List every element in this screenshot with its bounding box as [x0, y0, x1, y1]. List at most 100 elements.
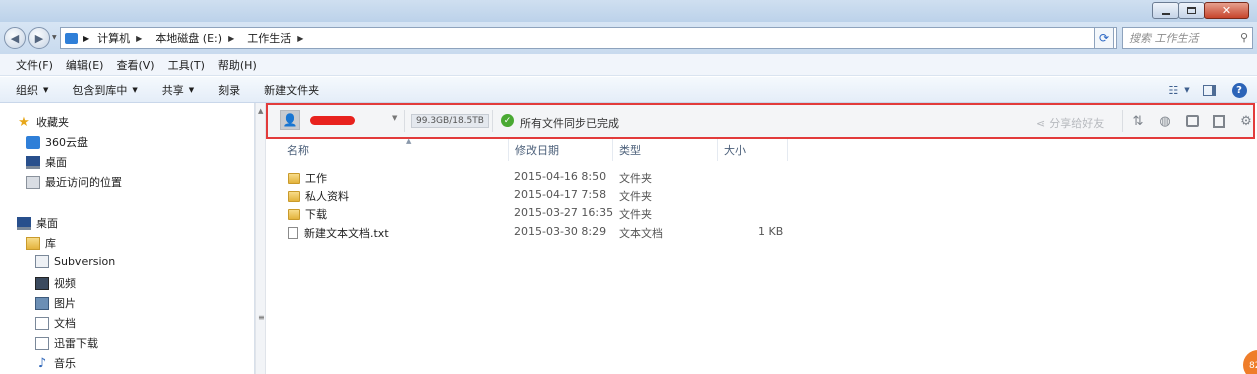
badge-count: 82: [1249, 361, 1257, 371]
column-label: 类型: [619, 144, 641, 157]
sidebar-item-360-cloud[interactable]: 360云盘: [26, 134, 88, 150]
column-header-name[interactable]: 名称 ▲: [281, 137, 509, 161]
gear-icon: ⚙: [1240, 113, 1252, 129]
new-folder-button[interactable]: 新建文件夹: [264, 82, 319, 98]
menu-tools[interactable]: 工具(T): [168, 57, 205, 73]
computer-location-icon: [65, 32, 78, 44]
sidebar-item-pictures[interactable]: 图片: [35, 295, 76, 311]
window-controls: ✕: [1152, 2, 1249, 19]
table-row[interactable]: 私人资料 2015-04-17 7:58 文件夹: [266, 186, 1257, 204]
breadcrumb-computer[interactable]: 计算机 ▶: [93, 30, 151, 46]
preview-pane-button[interactable]: [1199, 81, 1219, 99]
web-version-button[interactable]: ◍: [1157, 113, 1173, 129]
crumb-root-chevron-icon[interactable]: ▶: [83, 34, 89, 43]
file-type: 文件夹: [619, 190, 652, 203]
folder-icon: [288, 172, 300, 184]
breadcrumb-drive-e[interactable]: 本地磁盘 (E:) ▶: [151, 30, 243, 46]
share-icon: ⋖: [1036, 116, 1046, 130]
file-name-cell: 工作: [288, 170, 327, 186]
refresh-button[interactable]: ⟳: [1094, 27, 1114, 49]
breadcrumb-label: 工作生活: [247, 32, 292, 45]
menu-bar: 文件(F) 编辑(E) 查看(V) 工具(T) 帮助(H): [0, 54, 1257, 76]
sidebar-item-videos[interactable]: 视频: [35, 275, 76, 291]
sidebar-item-desktop[interactable]: 桌面: [17, 215, 58, 231]
sidebar-item-label: Subversion: [54, 255, 116, 268]
address-field[interactable]: ▶ 计算机▶ 本地磁盘 (E:)▶ 工作生活▶ ▼: [60, 27, 1117, 49]
file-date: 2015-03-30 8:29: [514, 225, 607, 238]
column-header-type[interactable]: 类型: [613, 139, 718, 161]
history-dropdown-icon[interactable]: ▼: [52, 34, 57, 41]
avatar[interactable]: 👤: [280, 110, 300, 130]
organize-button[interactable]: 组织 ▼: [16, 82, 48, 98]
navigation-pane: ★ 收藏夹 360云盘 桌面 最近访问的位置 桌面 库 Subversion 视频…: [0, 103, 255, 374]
command-bar: 组织 ▼ 包含到库中 ▼ 共享 ▼ 刻录 新建文件夹 ☷ ▼ ?: [0, 77, 1257, 103]
redacted-username: [310, 116, 355, 125]
table-row[interactable]: 工作 2015-04-16 8:50 文件夹: [266, 168, 1257, 186]
sidebar-item-label: 迅雷下载: [54, 337, 98, 350]
sidebar-item-desktop-fav[interactable]: 桌面: [26, 154, 67, 170]
sidebar-item-subversion[interactable]: Subversion: [35, 255, 115, 268]
back-button[interactable]: ◀: [4, 27, 26, 49]
menu-help[interactable]: 帮助(H): [218, 57, 257, 73]
sidebar-item-recent-places[interactable]: 最近访问的位置: [26, 174, 122, 190]
include-label: 包含到库中: [72, 83, 128, 97]
upload-download-button[interactable]: ⇅: [1130, 113, 1146, 129]
camera-icon: [1185, 115, 1199, 127]
burn-button[interactable]: 刻录: [218, 82, 240, 98]
close-button[interactable]: ✕: [1204, 2, 1249, 19]
include-in-library-button[interactable]: 包含到库中 ▼: [72, 82, 137, 98]
dropdown-arrow-icon: ▼: [188, 85, 195, 94]
file-name-cell: 新建文本文档.txt: [288, 225, 389, 241]
sidebar-item-music[interactable]: ♪ 音乐: [35, 355, 76, 371]
sidebar-item-label: 视频: [54, 277, 76, 290]
menu-edit[interactable]: 编辑(E): [66, 57, 104, 73]
divider: [404, 110, 405, 132]
chevron-right-icon[interactable]: ▶: [297, 34, 303, 43]
column-header-date[interactable]: 修改日期: [509, 139, 613, 161]
search-icon[interactable]: ⚲: [1240, 31, 1248, 44]
camera-backup-button[interactable]: [1184, 113, 1200, 129]
help-icon: ?: [1231, 82, 1247, 98]
minimize-button[interactable]: [1152, 2, 1179, 19]
maximize-button[interactable]: [1178, 2, 1205, 19]
change-view-button[interactable]: ☷ ▼: [1168, 81, 1190, 99]
column-label: 大小: [724, 144, 746, 157]
table-row[interactable]: 新建文本文档.txt 2015-03-30 8:29 文本文档 1 KB: [266, 223, 1257, 241]
pane-splitter[interactable]: ▲ ≡: [255, 103, 266, 374]
favorites-header[interactable]: ★ 收藏夹: [17, 114, 69, 130]
globe-icon: ◍: [1159, 113, 1171, 129]
sidebar-item-xunlei-downloads[interactable]: 迅雷下载: [35, 335, 98, 351]
menu-view[interactable]: 查看(V): [116, 57, 154, 73]
sync-complete-check-icon: ✓: [501, 114, 514, 127]
search-input[interactable]: 搜索 工作生活 ⚲: [1122, 27, 1253, 49]
breadcrumb-work-life[interactable]: 工作生活 ▶: [243, 30, 312, 46]
table-row[interactable]: 下载 2015-03-27 16:35 文件夹: [266, 204, 1257, 222]
file-type: 文件夹: [619, 208, 652, 221]
breadcrumb-label: 本地磁盘 (E:): [155, 32, 223, 45]
scroll-up-icon[interactable]: ▲: [258, 107, 263, 115]
menu-file[interactable]: 文件(F): [16, 57, 53, 73]
settings-button[interactable]: ⚙: [1238, 113, 1254, 129]
file-date: 2015-04-17 7:58: [514, 188, 607, 201]
file-name: 工作: [305, 172, 327, 185]
dropdown-arrow-icon: ▼: [1184, 86, 1190, 94]
file-name: 新建文本文档.txt: [304, 227, 389, 240]
column-header-size[interactable]: 大小: [718, 139, 788, 161]
new-folder-label: 新建文件夹: [264, 83, 320, 97]
account-dropdown-icon[interactable]: ▼: [392, 114, 397, 122]
share-to-friends-button[interactable]: ⋖ 分享给好友: [1036, 115, 1104, 131]
sidebar-item-label: 文档: [54, 317, 76, 330]
sidebar-item-documents[interactable]: 文档: [35, 315, 76, 331]
help-button[interactable]: ?: [1229, 81, 1249, 99]
column-label: 修改日期: [515, 144, 559, 157]
chevron-right-icon[interactable]: ▶: [136, 34, 142, 43]
sidebar-item-label: 音乐: [54, 357, 76, 370]
share-with-button[interactable]: 共享 ▼: [162, 82, 194, 98]
sidebar-item-libraries[interactable]: 库: [26, 235, 56, 251]
music-note-icon: ♪: [37, 355, 47, 371]
forward-button[interactable]: ▶: [28, 27, 50, 49]
chevron-right-icon[interactable]: ▶: [228, 34, 234, 43]
recycle-bin-button[interactable]: [1211, 113, 1227, 129]
folder-icon: [288, 208, 300, 220]
share-label: 分享给好友: [1049, 117, 1105, 130]
